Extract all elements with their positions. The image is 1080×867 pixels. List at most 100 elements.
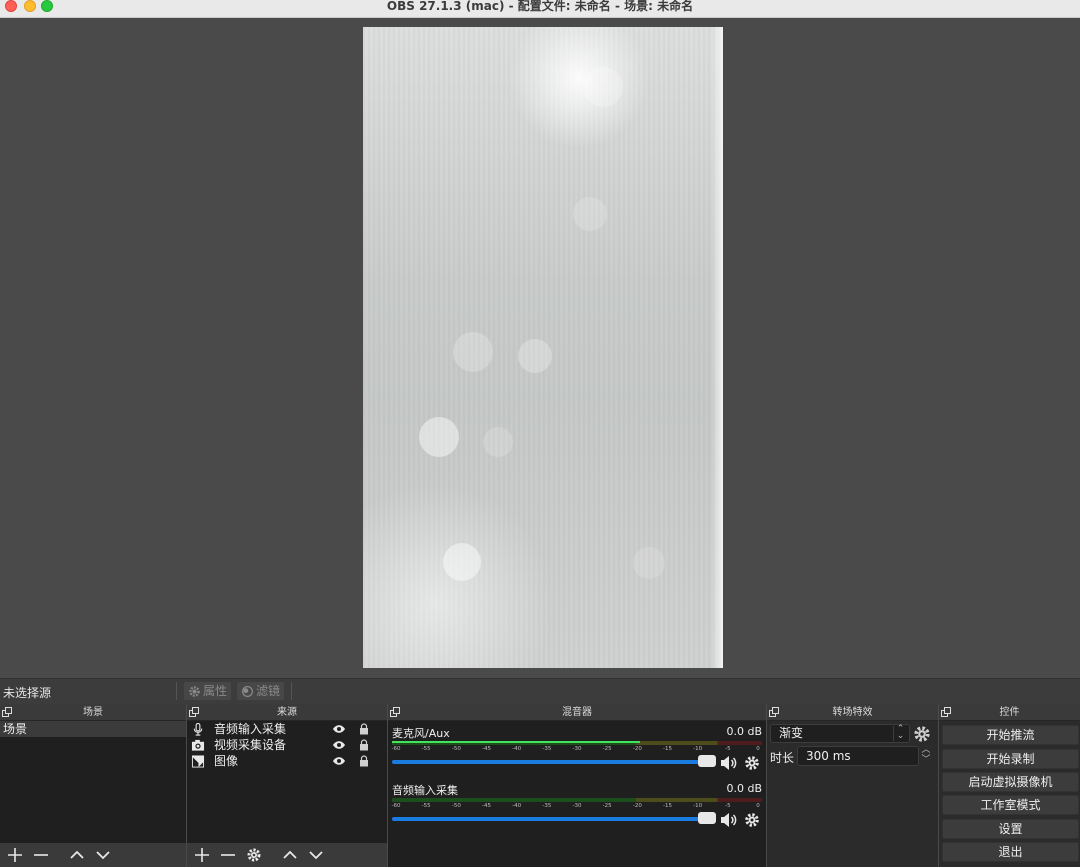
undock-icon[interactable] [189,707,199,717]
studio-mode-button[interactable]: 工作室模式 [942,795,1079,815]
properties-button[interactable]: 属性 [184,682,232,700]
source-list[interactable]: 音频输入采集 视频采集设备 图像 [187,721,387,843]
gear-icon[interactable] [744,812,760,828]
duration-spinner[interactable]: ︿ ﹀ [919,745,933,767]
volume-meter [392,741,762,745]
volume-slider-handle[interactable] [698,755,716,767]
undock-icon[interactable] [769,707,779,717]
filter-icon [242,685,253,697]
preview-canvas[interactable] [363,27,723,668]
remove-source-button[interactable] [215,844,241,866]
move-scene-down-button[interactable] [90,844,116,866]
source-properties-button[interactable] [241,844,267,866]
toolbar-separator [291,682,292,700]
speaker-icon[interactable] [720,812,738,828]
volume-slider-handle[interactable] [698,812,716,824]
eye-icon[interactable] [332,740,346,750]
meter-tick-label: -15 [663,803,672,809]
filters-button[interactable]: 滤镜 [237,682,285,700]
meter-tick-label: -50 [451,746,461,752]
transition-selected: 渐变 [779,726,804,740]
scene-list[interactable]: 场景 [0,721,186,843]
undock-icon[interactable] [941,707,951,717]
source-label: 音频输入采集 [214,722,287,736]
chevron-down-icon [96,851,110,860]
scenes-dock-header: 场景 [0,704,186,721]
properties-label: 属性 [203,684,228,698]
source-item[interactable]: 视频采集设备 [187,737,387,753]
exit-button[interactable]: 退出 [942,842,1079,862]
meter-tick-label: -35 [542,803,552,809]
move-scene-up-button[interactable] [64,844,90,866]
scenes-dock-body: 场景 [0,721,186,867]
preview-bokeh [633,547,665,579]
source-label: 图像 [214,754,239,768]
sources-dock-header: 来源 [187,704,387,721]
eye-icon[interactable] [332,724,346,734]
meter-tick-label: -45 [482,803,491,809]
remove-scene-button[interactable] [28,844,54,866]
meter-tick-label: -55 [421,803,431,809]
transition-select[interactable]: 渐变 ⌃ ⌄ [770,724,910,743]
meter-tick-label: -60 [391,803,401,809]
sources-toolbar [187,843,387,867]
minus-icon [221,854,235,856]
meter-tick-label: -10 [693,746,703,752]
undock-icon[interactable] [2,707,12,717]
meter-tick-label: -30 [572,803,582,809]
controls-title: 控件 [999,707,1020,718]
source-toolbar: 未选择源 属性 滤镜 [0,678,1080,704]
gear-icon[interactable] [913,725,931,743]
transitions-title: 转场特效 [832,707,873,718]
minus-icon [34,854,48,856]
preview-area [0,18,1080,678]
volume-slider[interactable] [392,760,712,764]
plus-icon [195,848,209,862]
scenes-toolbar [0,843,186,867]
chevron-up-icon [70,850,84,859]
transitions-dock: 转场特效 渐变 ⌃ ⌄ 时长 300 ms ︿ ﹀ [767,704,938,867]
gear-icon[interactable] [744,755,760,771]
move-source-up-button[interactable] [277,844,303,866]
scenes-dock: 场景 场景 [0,704,186,867]
source-item[interactable]: 图像 [187,753,387,769]
controls-dock: 控件 开始推流 开始录制 启动虚拟摄像机 工作室模式 设置 退出 [939,704,1080,867]
source-item[interactable]: 音频输入采集 [187,721,387,737]
meter-tick-label: -5 [725,746,731,752]
chevron-up-icon [283,850,297,859]
controls-body: 开始推流 开始录制 启动虚拟摄像机 工作室模式 设置 退出 [939,721,1080,867]
meter-tick-label: -5 [725,803,731,809]
lock-icon[interactable] [359,723,369,735]
volume-slider[interactable] [392,817,712,821]
lock-icon[interactable] [359,739,369,751]
start-recording-button[interactable]: 开始录制 [942,749,1079,769]
meter-tick-label: -40 [512,803,522,809]
transitions-body: 渐变 ⌃ ⌄ 时长 300 ms ︿ ﹀ [767,721,938,867]
undock-icon[interactable] [390,707,400,717]
lock-icon[interactable] [359,755,369,767]
duration-label: 时长 [770,751,795,765]
speaker-icon[interactable] [720,755,738,771]
gear-icon [247,848,261,862]
meter-tick-label: -20 [632,746,642,752]
sources-dock: 来源 音频输入采集 视频采集设备 图像 [187,704,387,867]
sources-title: 来源 [277,707,297,718]
add-scene-button[interactable] [2,844,28,866]
sources-dock-body: 音频输入采集 视频采集设备 图像 [187,721,387,867]
start-streaming-button[interactable]: 开始推流 [942,725,1079,745]
no-source-label: 未选择源 [3,686,52,700]
meter-tick-label: -25 [602,746,612,752]
add-source-button[interactable] [189,844,215,866]
meter-tick-label: -35 [542,746,552,752]
meter-tick-label: -40 [512,746,522,752]
scene-item[interactable]: 场景 [0,721,186,737]
mixer-channel: 音频输入采集 0.0 dB -60 -55 -50 -45 -40 -35 -30 -25 -2… [392,782,762,832]
meter-tick-label: -15 [663,746,672,752]
eye-icon[interactable] [332,756,346,766]
mixer-dock-header: 混音器 [388,704,766,721]
settings-button[interactable]: 设置 [942,819,1079,839]
meter-tick-label: -30 [572,746,582,752]
duration-input[interactable]: 300 ms [797,746,919,766]
move-source-down-button[interactable] [303,844,329,866]
start-virtual-camera-button[interactable]: 启动虚拟摄像机 [942,772,1079,792]
